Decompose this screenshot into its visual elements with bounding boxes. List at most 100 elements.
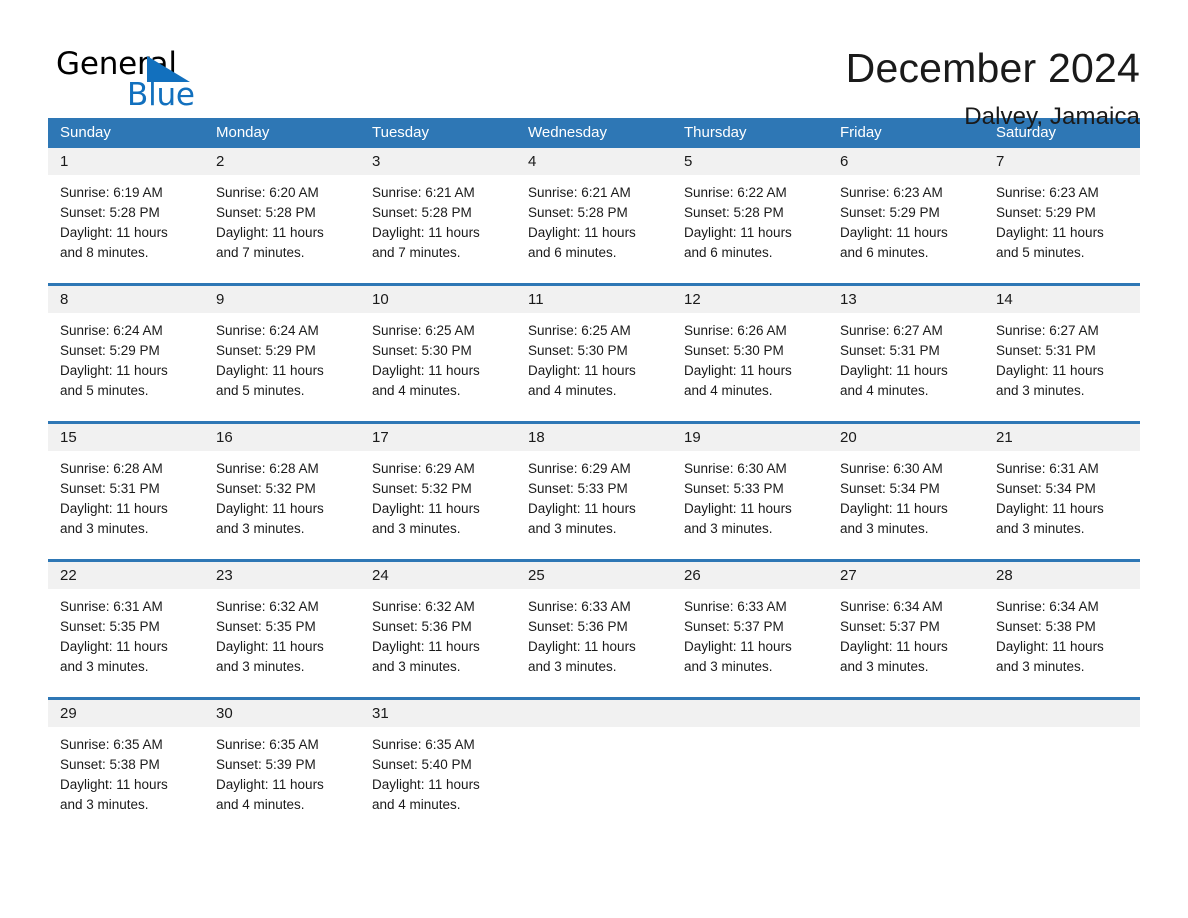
daylight-duration: Daylight: 11 hours and 7 minutes. — [372, 225, 480, 260]
sunrise-time: Sunrise: 6:23 AM — [996, 185, 1099, 200]
day-cell-empty — [672, 700, 828, 824]
day-cell[interactable]: 31 Sunrise: 6:35 AM Sunset: 5:40 PM Dayligh… — [360, 700, 516, 824]
sunset-time: Sunset: 5:29 PM — [996, 205, 1096, 220]
day-cell[interactable]: 26 Sunrise: 6:33 AM Sunset: 5:37 PM Dayligh… — [672, 562, 828, 686]
calendar-week-row: 15 Sunrise: 6:28 AM Sunset: 5:31 PM Dayligh… — [48, 421, 1140, 548]
day-number — [828, 700, 984, 727]
sunset-time: Sunset: 5:31 PM — [996, 343, 1096, 358]
general-blue-logo[interactable]: General Blue — [48, 44, 208, 120]
day-number: 19 — [672, 424, 828, 451]
day-cell[interactable]: 11 Sunrise: 6:25 AM Sunset: 5:30 PM Dayligh… — [516, 286, 672, 410]
day-number: 4 — [516, 148, 672, 175]
day-cell[interactable]: 22 Sunrise: 6:31 AM Sunset: 5:35 PM Dayligh… — [48, 562, 204, 686]
sunset-time: Sunset: 5:37 PM — [840, 619, 940, 634]
daylight-duration: Daylight: 11 hours and 3 minutes. — [372, 639, 480, 674]
day-cell[interactable]: 5 Sunrise: 6:22 AM Sunset: 5:28 PM Daylight… — [672, 148, 828, 272]
day-number — [984, 700, 1140, 727]
daylight-duration: Daylight: 11 hours and 3 minutes. — [60, 777, 168, 812]
sunset-time: Sunset: 5:29 PM — [840, 205, 940, 220]
day-details: Sunrise: 6:30 AM Sunset: 5:34 PM Daylight:… — [828, 451, 984, 539]
day-details: Sunrise: 6:24 AM Sunset: 5:29 PM Daylight:… — [48, 313, 204, 401]
day-cell[interactable]: 25 Sunrise: 6:33 AM Sunset: 5:36 PM Dayligh… — [516, 562, 672, 686]
day-details: Sunrise: 6:27 AM Sunset: 5:31 PM Daylight:… — [828, 313, 984, 401]
daylight-duration: Daylight: 11 hours and 4 minutes. — [372, 777, 480, 812]
sunset-time: Sunset: 5:28 PM — [684, 205, 784, 220]
sunset-time: Sunset: 5:40 PM — [372, 757, 472, 772]
day-details: Sunrise: 6:29 AM Sunset: 5:32 PM Daylight:… — [360, 451, 516, 539]
day-details: Sunrise: 6:23 AM Sunset: 5:29 PM Daylight:… — [828, 175, 984, 263]
weekday-header-thursday: Thursday — [684, 124, 747, 141]
day-details: Sunrise: 6:20 AM Sunset: 5:28 PM Daylight:… — [204, 175, 360, 263]
day-details: Sunrise: 6:32 AM Sunset: 5:35 PM Daylight:… — [204, 589, 360, 677]
sunrise-time: Sunrise: 6:33 AM — [528, 599, 631, 614]
day-cell[interactable]: 20 Sunrise: 6:30 AM Sunset: 5:34 PM Dayligh… — [828, 424, 984, 548]
day-details: Sunrise: 6:25 AM Sunset: 5:30 PM Daylight:… — [360, 313, 516, 401]
day-cell[interactable]: 15 Sunrise: 6:28 AM Sunset: 5:31 PM Dayligh… — [48, 424, 204, 548]
sunrise-time: Sunrise: 6:28 AM — [216, 461, 319, 476]
sunrise-time: Sunrise: 6:27 AM — [996, 323, 1099, 338]
day-cell[interactable]: 2 Sunrise: 6:20 AM Sunset: 5:28 PM Daylight… — [204, 148, 360, 272]
sunrise-time: Sunrise: 6:21 AM — [372, 185, 475, 200]
daylight-duration: Daylight: 11 hours and 6 minutes. — [528, 225, 636, 260]
day-cell[interactable]: 13 Sunrise: 6:27 AM Sunset: 5:31 PM Dayligh… — [828, 286, 984, 410]
day-cell[interactable]: 12 Sunrise: 6:26 AM Sunset: 5:30 PM Dayligh… — [672, 286, 828, 410]
sunset-time: Sunset: 5:35 PM — [60, 619, 160, 634]
day-cell[interactable]: 9 Sunrise: 6:24 AM Sunset: 5:29 PM Daylight… — [204, 286, 360, 410]
sunrise-time: Sunrise: 6:23 AM — [840, 185, 943, 200]
sunrise-time: Sunrise: 6:21 AM — [528, 185, 631, 200]
day-details: Sunrise: 6:32 AM Sunset: 5:36 PM Daylight:… — [360, 589, 516, 677]
weekday-header-monday: Monday — [216, 124, 270, 141]
sunset-time: Sunset: 5:38 PM — [996, 619, 1096, 634]
sunset-time: Sunset: 5:33 PM — [684, 481, 784, 496]
weekday-header-wednesday: Wednesday — [528, 124, 607, 141]
day-cell-empty — [984, 700, 1140, 824]
day-cell[interactable]: 24 Sunrise: 6:32 AM Sunset: 5:36 PM Dayligh… — [360, 562, 516, 686]
day-cell[interactable]: 16 Sunrise: 6:28 AM Sunset: 5:32 PM Dayligh… — [204, 424, 360, 548]
day-cell[interactable]: 7 Sunrise: 6:23 AM Sunset: 5:29 PM Daylight… — [984, 148, 1140, 272]
daylight-duration: Daylight: 11 hours and 3 minutes. — [528, 501, 636, 536]
sunset-time: Sunset: 5:39 PM — [216, 757, 316, 772]
day-cell[interactable]: 6 Sunrise: 6:23 AM Sunset: 5:29 PM Daylight… — [828, 148, 984, 272]
day-cell[interactable]: 1 Sunrise: 6:19 AM Sunset: 5:28 PM Daylight… — [48, 148, 204, 272]
day-cell[interactable]: 4 Sunrise: 6:21 AM Sunset: 5:28 PM Daylight… — [516, 148, 672, 272]
sunset-time: Sunset: 5:30 PM — [684, 343, 784, 358]
day-cell[interactable]: 17 Sunrise: 6:29 AM Sunset: 5:32 PM Dayligh… — [360, 424, 516, 548]
day-cell[interactable]: 14 Sunrise: 6:27 AM Sunset: 5:31 PM Dayligh… — [984, 286, 1140, 410]
page-title: December 2024 — [845, 45, 1140, 91]
day-details: Sunrise: 6:30 AM Sunset: 5:33 PM Daylight:… — [672, 451, 828, 539]
day-number: 28 — [984, 562, 1140, 589]
day-cell[interactable]: 29 Sunrise: 6:35 AM Sunset: 5:38 PM Dayligh… — [48, 700, 204, 824]
day-details: Sunrise: 6:35 AM Sunset: 5:39 PM Daylight:… — [204, 727, 360, 815]
day-cell[interactable]: 18 Sunrise: 6:29 AM Sunset: 5:33 PM Dayligh… — [516, 424, 672, 548]
day-number: 30 — [204, 700, 360, 727]
day-number: 10 — [360, 286, 516, 313]
day-details: Sunrise: 6:28 AM Sunset: 5:32 PM Daylight:… — [204, 451, 360, 539]
calendar-week-row: 1 Sunrise: 6:19 AM Sunset: 5:28 PM Daylight… — [48, 148, 1140, 272]
day-details: Sunrise: 6:19 AM Sunset: 5:28 PM Daylight:… — [48, 175, 204, 263]
daylight-duration: Daylight: 11 hours and 3 minutes. — [60, 501, 168, 536]
day-cell[interactable]: 8 Sunrise: 6:24 AM Sunset: 5:29 PM Daylight… — [48, 286, 204, 410]
weekday-header-sunday: Sunday — [60, 124, 111, 141]
day-number: 1 — [48, 148, 204, 175]
day-cell-empty — [516, 700, 672, 824]
day-number: 5 — [672, 148, 828, 175]
daylight-duration: Daylight: 11 hours and 3 minutes. — [528, 639, 636, 674]
day-cell[interactable]: 23 Sunrise: 6:32 AM Sunset: 5:35 PM Dayligh… — [204, 562, 360, 686]
day-cell[interactable]: 19 Sunrise: 6:30 AM Sunset: 5:33 PM Dayligh… — [672, 424, 828, 548]
daylight-duration: Daylight: 11 hours and 5 minutes. — [216, 363, 324, 398]
day-cell[interactable]: 27 Sunrise: 6:34 AM Sunset: 5:37 PM Dayligh… — [828, 562, 984, 686]
day-cell[interactable]: 10 Sunrise: 6:25 AM Sunset: 5:30 PM Dayligh… — [360, 286, 516, 410]
day-cell[interactable]: 3 Sunrise: 6:21 AM Sunset: 5:28 PM Daylight… — [360, 148, 516, 272]
sunset-time: Sunset: 5:31 PM — [840, 343, 940, 358]
day-cell[interactable]: 30 Sunrise: 6:35 AM Sunset: 5:39 PM Dayligh… — [204, 700, 360, 824]
daylight-duration: Daylight: 11 hours and 3 minutes. — [684, 639, 792, 674]
weekday-header-row: Sunday Monday Tuesday Wednesday Thursday Frid… — [48, 118, 1140, 148]
day-cell[interactable]: 28 Sunrise: 6:34 AM Sunset: 5:38 PM Dayligh… — [984, 562, 1140, 686]
day-cell[interactable]: 21 Sunrise: 6:31 AM Sunset: 5:34 PM Dayligh… — [984, 424, 1140, 548]
day-number: 8 — [48, 286, 204, 313]
day-number: 2 — [204, 148, 360, 175]
day-details: Sunrise: 6:31 AM Sunset: 5:35 PM Daylight:… — [48, 589, 204, 677]
day-number: 15 — [48, 424, 204, 451]
calendar-page: General Blue December 2024 Dalvey, Jamai… — [0, 0, 1188, 918]
daylight-duration: Daylight: 11 hours and 3 minutes. — [216, 501, 324, 536]
